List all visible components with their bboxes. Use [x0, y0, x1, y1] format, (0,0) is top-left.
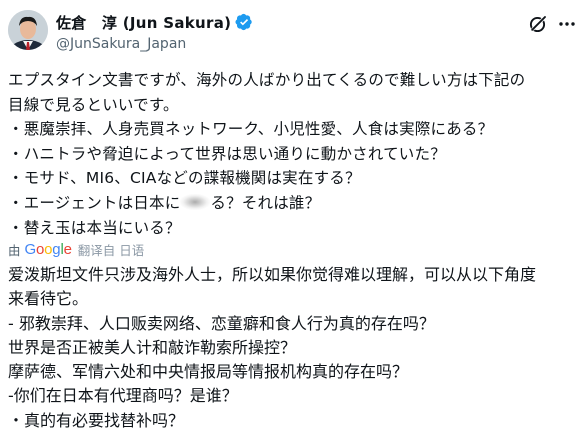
avatar[interactable]	[8, 10, 48, 50]
censored-blur	[180, 193, 211, 210]
translated-line: 来看待它。	[8, 289, 89, 309]
original-line: 目線で見るといいです。	[8, 95, 179, 114]
translated-from-link[interactable]: 翻译自 日语	[78, 240, 144, 259]
translated-line: -你们在日本有代理商吗？是谁？	[8, 386, 238, 406]
author-handle[interactable]: @JunSakura_Japan	[56, 36, 253, 52]
grok-icon[interactable]	[528, 14, 548, 34]
tweet-translated-text: 爱泼斯坦文件只涉及海外人士，所以如果你觉得难以理解，可以从以下角度 来看待它。 …	[8, 263, 580, 433]
translated-line: 摩萨德、军情六处和中央情报局等情报机构真的存在吗？	[8, 362, 409, 382]
original-line: ・悪魔崇拝、人身売買ネットワーク、小児性愛、人食は実際にある？	[8, 120, 494, 139]
original-line-part: る？それは誰？	[210, 193, 321, 212]
original-line: ・替え玉は本当にいる？	[8, 218, 181, 237]
original-line: ・モサド、MI6、CIAなどの諜報機関は実在する？	[8, 169, 361, 188]
original-line: エプスタイン文書ですが、海外の人ばかり出てくるので難しい方は下記の	[8, 71, 526, 89]
original-line: ・ハニトラや脅迫によって世界は思い通りに動かされていた？	[8, 144, 446, 163]
author-header: 佐倉 淳 (Jun Sakura) @JunSakura_Japan	[56, 11, 253, 52]
translated-line: 世界是否正被美人计和敲诈勒索所操控？	[8, 337, 297, 357]
verified-badge-icon	[235, 13, 253, 31]
translated-by-label: 由	[8, 242, 21, 258]
original-line: ・エージェントは日本に る？それは誰？	[8, 191, 580, 216]
translated-line: - 邪教崇拜、人口贩卖网络、恋童癖和食人行为真的存在吗？	[8, 313, 435, 333]
avatar-image	[8, 10, 48, 50]
tweet-card: 佐倉 淳 (Jun Sakura) @JunSakura_Japan エプスタイ…	[0, 0, 586, 437]
more-options-icon[interactable]	[557, 16, 577, 32]
translated-line: ・真的有必要找替补吗？	[8, 410, 185, 430]
google-logo: Google	[24, 240, 72, 258]
translated-line: 爱泼斯坦文件只涉及海外人士，所以如果你觉得难以理解，可以从以下角度	[8, 265, 537, 284]
original-line-part: ・エージェントは日本に	[8, 193, 181, 212]
tweet-original-text: エプスタイン文書ですが、海外の人ばかり出てくるので難しい方は下記の 目線で見ると…	[8, 68, 580, 240]
translation-attribution: 由 Google 翻译自 日语	[8, 240, 144, 258]
author-display-name[interactable]: 佐倉 淳 (Jun Sakura)	[56, 12, 231, 33]
